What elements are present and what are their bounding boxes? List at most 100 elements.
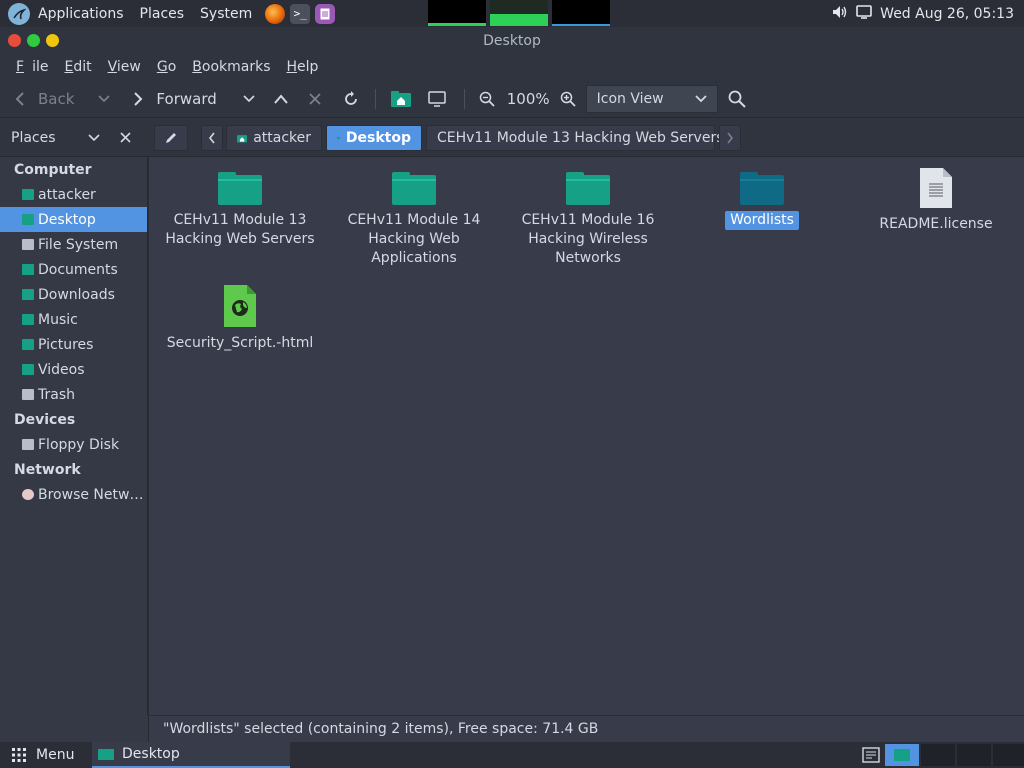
back-history-dropdown[interactable] [98, 94, 110, 103]
sidebar-item-browse-network[interactable]: Browse Netw… [0, 482, 147, 507]
menu-view-rest: iew [116, 59, 141, 75]
sidebar-item-trash[interactable]: Trash [0, 382, 147, 407]
file-item-name: CEHv11 Module 16 Hacking Wireless Networ… [521, 212, 655, 266]
forward-button[interactable]: Forward [132, 90, 217, 108]
close-sidebar-icon[interactable] [119, 132, 131, 143]
workspace-2[interactable] [921, 744, 955, 766]
system-menu[interactable]: System [192, 6, 260, 22]
places-menu[interactable]: Places [132, 6, 193, 22]
taskbar-item-desktop[interactable]: Desktop [92, 742, 290, 768]
sidebar-item-desktop[interactable]: Desktop [0, 207, 147, 232]
sidebar-section-computer: Computer [14, 161, 92, 178]
zoom-in-button[interactable] [560, 91, 576, 107]
home-button[interactable] [390, 90, 412, 108]
zoom-out-icon [479, 91, 495, 107]
music-folder-icon [22, 314, 34, 325]
chevron-down-icon[interactable] [87, 133, 100, 142]
file-item-name: Wordlists [725, 211, 799, 230]
sidebar-item-music[interactable]: Music [0, 307, 147, 332]
terminal-icon[interactable]: >_ [290, 3, 311, 24]
sidebar-item-downloads[interactable]: Downloads [0, 282, 147, 307]
minimize-window-button[interactable] [46, 34, 59, 47]
maximize-window-button[interactable] [27, 34, 40, 47]
show-desktop-icon[interactable] [862, 747, 880, 767]
menu-go-mnemonic: G [156, 59, 168, 75]
computer-button[interactable] [428, 90, 446, 107]
sidebar-item-documents[interactable]: Documents [0, 257, 147, 282]
sidebar-section-network: Network [14, 461, 81, 478]
sidebar-section-devices: Devices [14, 411, 76, 428]
up-button[interactable] [273, 93, 289, 104]
toggle-location-entry-button[interactable] [154, 125, 188, 151]
close-window-button[interactable] [8, 34, 21, 47]
file-item-html[interactable]: Security_Script.-html [155, 284, 325, 353]
back-label: Back [38, 89, 75, 108]
firefox-icon[interactable] [265, 3, 286, 24]
menu-edit-rest: dit [73, 59, 92, 75]
applications-menu[interactable]: Applications [30, 6, 132, 22]
menu-view[interactable]: View [100, 59, 149, 75]
chevron-down-icon [695, 94, 707, 102]
file-item-folder[interactable]: CEHv11 Module 14 Hacking Web Application… [329, 171, 499, 268]
folder-icon [392, 172, 436, 205]
folder-icon [98, 749, 114, 760]
workspace-3[interactable] [957, 744, 991, 766]
menu-bookmarks-rest: ookmarks [201, 59, 271, 75]
text-editor-icon[interactable] [315, 3, 336, 24]
sidebar-item-attacker[interactable]: attacker [0, 182, 147, 207]
back-arrow-icon [15, 91, 24, 106]
sidebar-item-floppy-disk[interactable]: Floppy Disk [0, 432, 147, 457]
sidebar-item-label: Pictures [38, 336, 94, 353]
desktop-folder-icon [337, 136, 340, 140]
up-arrow-icon [273, 93, 288, 104]
window-titlebar[interactable]: Desktop [0, 27, 1024, 54]
sidebar-item-file-system[interactable]: File System [0, 232, 147, 257]
path-segment-desktop[interactable]: Desktop [326, 125, 422, 151]
forward-arrow-icon [134, 91, 143, 106]
path-scroll-right-button[interactable] [719, 125, 741, 151]
chevron-down-icon [98, 94, 110, 102]
file-item-folder[interactable]: CEHv11 Module 16 Hacking Wireless Networ… [503, 171, 673, 268]
menu-bookmarks[interactable]: Bookmarks [184, 59, 278, 75]
sidebar-item-label: Desktop [38, 211, 96, 228]
chevron-down-icon [243, 94, 255, 102]
zoom-level[interactable]: 100% [507, 90, 550, 108]
sidebar-item-pictures[interactable]: Pictures [0, 332, 147, 357]
workspace-1[interactable] [885, 744, 919, 766]
search-button[interactable] [728, 90, 746, 108]
view-mode-select[interactable]: Icon View [585, 84, 718, 113]
clock[interactable]: Wed Aug 26, 05:13 [880, 6, 1014, 22]
stop-button[interactable] [309, 92, 321, 105]
menu-edit[interactable]: Edit [56, 59, 99, 75]
path-segment-module13[interactable]: CEHv11 Module 13 Hacking Web Servers [426, 125, 724, 151]
memory-monitor [490, 0, 548, 26]
zoom-out-button[interactable] [479, 91, 495, 107]
volume-icon[interactable] [832, 5, 848, 23]
workspace-window-thumb [894, 749, 910, 761]
path-scroll-left-button[interactable] [201, 125, 223, 151]
file-item-name: Security_Script.-html [166, 335, 314, 351]
videos-folder-icon [22, 364, 34, 375]
display-icon[interactable] [856, 4, 872, 23]
menu-file[interactable]: File [0, 59, 56, 75]
memory-level [490, 14, 548, 26]
file-item-folder-selected[interactable]: Wordlists [677, 171, 847, 230]
folder-icon [218, 172, 262, 205]
workspace-4[interactable] [993, 744, 1024, 766]
back-button[interactable]: Back [14, 90, 74, 108]
status-text: "Wordlists" selected (containing 2 items… [163, 721, 599, 737]
file-item-text[interactable]: README.license [851, 167, 1021, 234]
kali-logo-icon[interactable] [8, 2, 30, 25]
menu-go[interactable]: Go [149, 59, 184, 75]
menu-button[interactable]: Menu [12, 747, 74, 763]
reload-button[interactable] [343, 90, 359, 107]
file-item-folder[interactable]: CEHv11 Module 13 Hacking Web Servers [155, 171, 325, 249]
toolbar-separator [374, 88, 376, 109]
sidebar-item-label: Floppy Disk [38, 436, 120, 453]
file-icon-view[interactable]: CEHv11 Module 13 Hacking Web Servers CEH… [149, 157, 1024, 715]
forward-history-dropdown[interactable] [243, 94, 255, 103]
sidebar-item-videos[interactable]: Videos [0, 357, 147, 382]
menu-help[interactable]: Help [279, 59, 327, 75]
sidebar-header[interactable]: Places [0, 118, 148, 157]
path-segment-attacker[interactable]: attacker [226, 125, 322, 151]
